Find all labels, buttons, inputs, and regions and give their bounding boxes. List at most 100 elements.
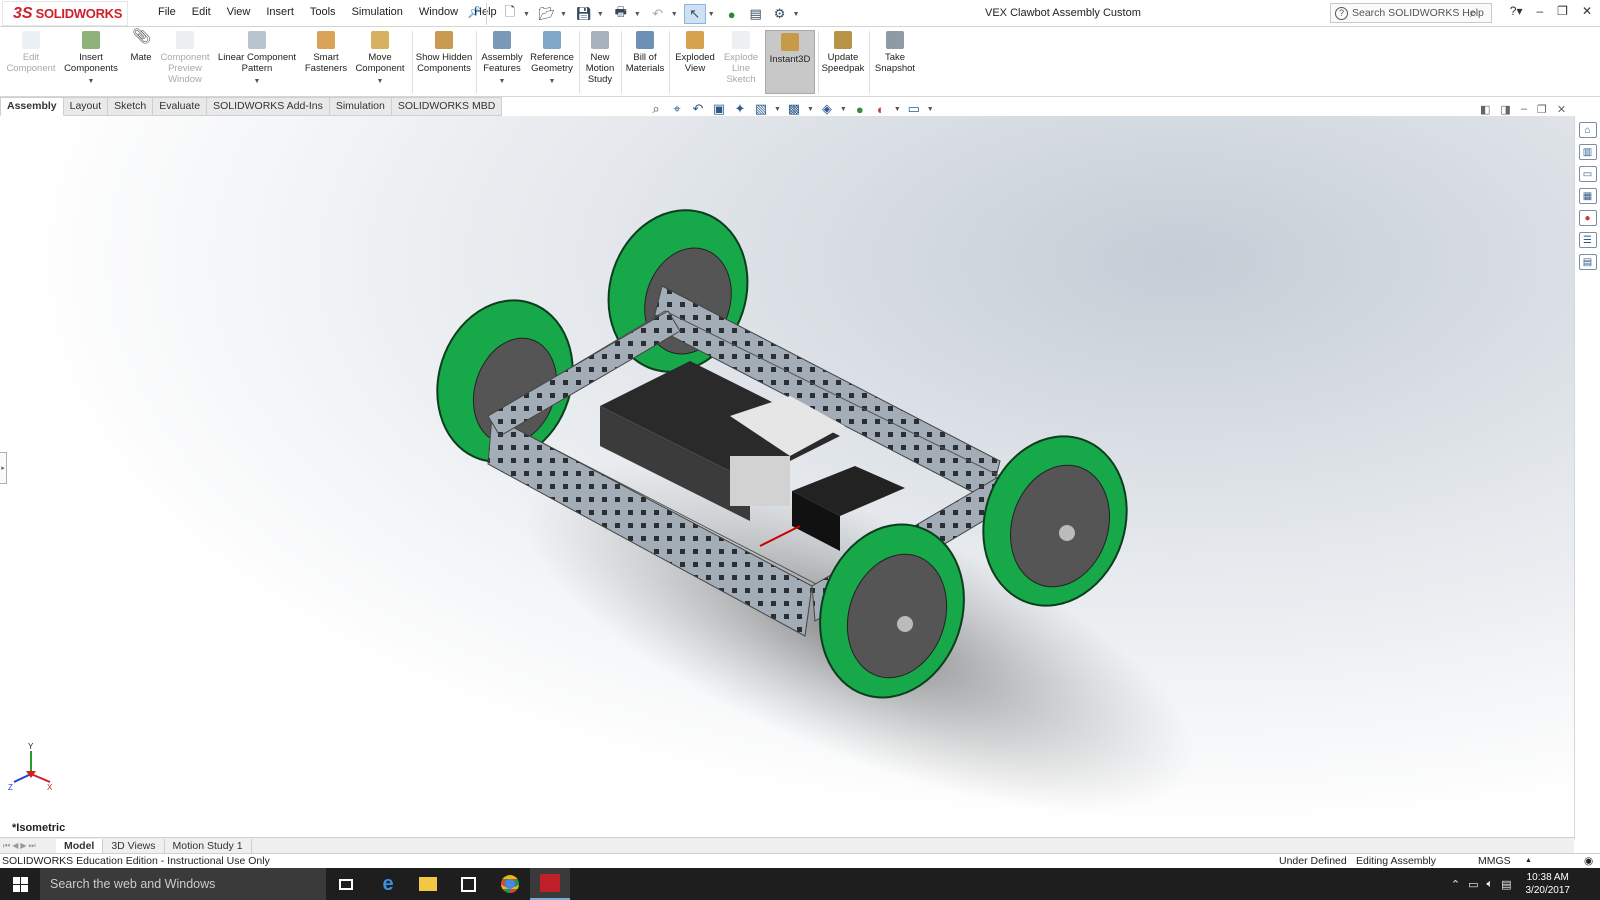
pin-icon[interactable]: 📌︎ [467,5,482,19]
chevron-down-icon[interactable]: ▼ [671,11,678,18]
split-right-icon[interactable]: ◨ [1500,103,1510,116]
tab-assembly[interactable]: Assembly [0,97,64,116]
assembly-features-button[interactable]: Assembly Features ▼ [478,31,526,87]
design-library-icon[interactable]: ▥ [1578,144,1597,160]
chevron-down-icon[interactable]: ▼ [807,106,814,113]
assembly-model[interactable]: Y X Z [0,116,1574,839]
volume-icon[interactable]: 🔈︎ [1486,878,1493,891]
instant3d-button[interactable]: Instant3D [765,30,815,94]
tab-simulation[interactable]: Simulation [329,97,392,116]
previous-view-icon[interactable]: ↶ [690,101,706,117]
dynamic-annotation-icon[interactable]: ✦ [732,101,748,117]
edit-appearance-icon[interactable]: ● [852,101,868,117]
tab-motion-study-1[interactable]: Motion Study 1 [165,838,252,853]
taskbar-search[interactable]: Search the web and Windows [40,868,326,900]
explode-line-sketch-button[interactable]: Explode Line Sketch [719,31,763,85]
menu-simulation[interactable]: Simulation [344,6,411,18]
chevron-down-icon[interactable]: ▼ [927,106,934,113]
search-icon[interactable]: ⌕ [1470,5,1477,21]
tab-scroll-arrows[interactable]: ⏮ ◀ ▶ ⏭ [0,841,56,851]
customize-status-icon[interactable]: ◉ [1584,855,1593,867]
file-explorer-taskbar-icon[interactable] [408,868,448,900]
edit-component-button[interactable]: Edit Component [4,31,58,74]
solidworks-logo[interactable]: 3S SOLIDWORKS [2,1,128,26]
minimize-icon[interactable]: – [1536,4,1543,18]
update-speedpak-button[interactable]: Update Speedpak [819,31,867,74]
select-cursor-icon[interactable]: ↖ [683,4,706,24]
action-center-icon[interactable]: ▤ [1501,878,1511,891]
menu-tools[interactable]: Tools [302,6,344,18]
chevron-up-icon[interactable]: ▲ [1525,857,1532,864]
menu-view[interactable]: View [219,6,259,18]
chevron-down-icon[interactable]: ▼ [634,11,641,18]
reference-geometry-button[interactable]: Reference Geometry ▼ [527,31,577,87]
tab-model[interactable]: Model [56,838,104,853]
chevron-up-icon[interactable]: ⌃ [1451,878,1460,891]
bill-of-materials-button[interactable]: Bill of Materials [623,31,667,74]
tab-evaluate[interactable]: Evaluate [153,97,208,116]
unit-system-selector[interactable]: MMGS [1478,855,1511,867]
chevron-down-icon[interactable]: ▼ [894,106,901,113]
options-gear-icon[interactable]: ⚙ [769,4,791,24]
section-view-icon[interactable]: ▣ [711,101,727,117]
chrome-icon[interactable] [490,868,530,900]
open-folder-icon[interactable]: 📂︎ [536,4,558,24]
new-document-icon[interactable]: 🗋 [499,4,521,24]
task-view-icon[interactable] [326,868,366,900]
chevron-down-icon[interactable]: ▼ [478,76,526,87]
save-icon[interactable]: 💾︎ [573,4,595,24]
hide-show-items-icon[interactable]: ◈ [819,101,835,117]
print-icon[interactable]: 🖶 [610,4,632,24]
mate-button[interactable]: 📎︎ Mate [124,29,158,63]
new-motion-study-button[interactable]: New Motion Study [581,31,619,85]
tab-solidworks-add-ins[interactable]: SOLIDWORKS Add-Ins [207,97,330,116]
split-left-icon[interactable]: ◧ [1480,103,1490,116]
chevron-down-icon[interactable]: ▼ [597,11,604,18]
appearances-icon[interactable]: ● [1578,210,1597,226]
rebuild-icon[interactable]: ● [721,4,743,24]
system-clock[interactable]: 10:38 AM 3/20/2017 [1526,871,1571,897]
take-snapshot-button[interactable]: Take Snapshot [871,31,919,74]
custom-properties-icon[interactable]: ☰ [1578,232,1597,248]
help-menu-icon[interactable]: ?▾ [1510,4,1523,18]
menu-file[interactable]: File [150,6,184,18]
show-hidden-components-button[interactable]: Show Hidden Components [414,31,474,74]
chevron-down-icon[interactable]: ▼ [774,106,781,113]
help-search-input[interactable]: ? Search SOLIDWORKS Help ⌕ [1330,3,1492,23]
network-icon[interactable]: ▭ [1468,878,1478,891]
viewport-minimize-icon[interactable]: – [1521,103,1527,116]
menu-edit[interactable]: Edit [184,6,219,18]
chevron-down-icon[interactable]: ▼ [840,106,847,113]
chevron-down-icon[interactable]: ▼ [527,76,577,87]
view-palette-icon[interactable]: ▦ [1578,188,1597,204]
close-icon[interactable]: ✕ [1582,4,1592,18]
chevron-down-icon[interactable]: ▼ [352,76,408,87]
chevron-down-icon[interactable]: ▼ [793,11,800,18]
insert-components-button[interactable]: Insert Components ▼ [62,31,120,87]
chevron-down-icon[interactable]: ▼ [62,76,120,87]
file-properties-icon[interactable]: ▤ [745,4,767,24]
smart-fasteners-button[interactable]: Smart Fasteners [302,31,350,74]
start-button[interactable] [0,868,40,900]
store-icon[interactable] [448,868,488,900]
viewport-restore-icon[interactable]: ❐ [1537,103,1547,116]
edge-browser-icon[interactable]: e [368,868,408,900]
chevron-down-icon[interactable]: ▼ [560,11,567,18]
move-component-button[interactable]: Move Component ▼ [352,31,408,87]
display-style-icon[interactable]: ▩ [786,101,802,117]
menu-insert[interactable]: Insert [258,6,302,18]
feature-manager-expand-handle[interactable]: ▸ [0,452,7,484]
linear-component-pattern-button[interactable]: Linear Component Pattern ▼ [216,31,298,87]
component-preview-window-button[interactable]: Component Preview Window [158,31,212,85]
view-settings-icon[interactable]: ▭ [906,101,922,117]
zoom-to-area-icon[interactable]: ⌖ [669,101,685,117]
chevron-down-icon[interactable]: ▼ [216,76,298,87]
chevron-down-icon[interactable]: ▼ [708,11,715,18]
viewport-close-icon[interactable]: ✕ [1557,103,1566,116]
tab-sketch[interactable]: Sketch [108,97,154,116]
tab-solidworks-mbd[interactable]: SOLIDWORKS MBD [391,97,503,116]
solidworks-taskbar-icon[interactable] [530,868,570,900]
undo-icon[interactable]: ↶ [647,4,669,24]
home-icon[interactable]: ⌂ [1578,122,1597,138]
forum-icon[interactable]: ▤ [1578,254,1597,270]
